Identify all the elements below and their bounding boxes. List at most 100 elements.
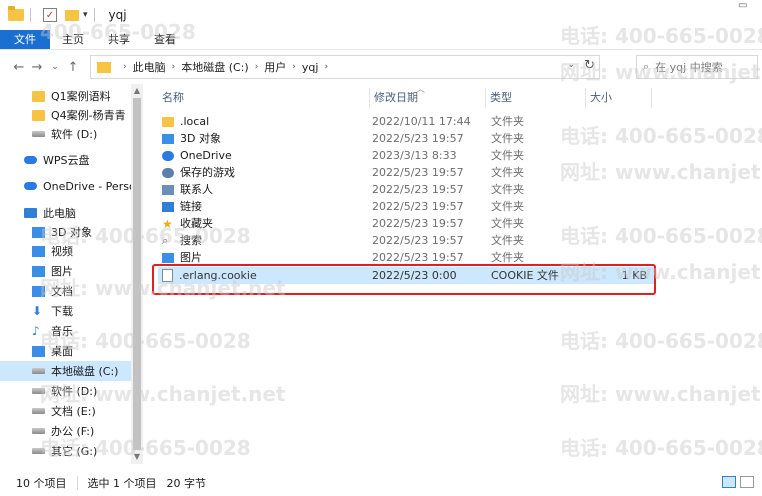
tab-home[interactable]: 主页: [50, 30, 96, 49]
breadcrumb-this-pc[interactable]: 此电脑: [133, 59, 166, 75]
file-date: 2022/5/23 19:57: [372, 234, 464, 247]
games-icon: [162, 167, 174, 178]
sidebar-item-label: Q1案例语料: [51, 90, 111, 103]
file-date: 2022/5/23 19:57: [372, 166, 464, 179]
search-icon: ⌕: [162, 233, 169, 247]
details-view-icon[interactable]: [722, 476, 736, 488]
breadcrumb-yqj[interactable]: yqj: [302, 61, 319, 74]
sidebar-item-music[interactable]: ♪ 音乐: [0, 321, 143, 341]
address-bar[interactable]: › 此电脑 › 本地磁盘 (C:) › 用户 › yqj › ⌄ ↻: [90, 55, 600, 79]
tab-file[interactable]: 文件: [0, 30, 50, 49]
pc-icon: [24, 208, 37, 218]
sidebar-item-label: 软件 (D:): [51, 128, 98, 141]
breadcrumb-users[interactable]: 用户: [264, 59, 286, 75]
sidebar-scrollbar[interactable]: ▲ ▼: [131, 84, 143, 464]
watermark-phone: 电话: 400-665-0028: [560, 329, 762, 353]
file-name: 图片: [180, 251, 202, 264]
onedrive-icon: [162, 150, 174, 161]
chevron-right-icon[interactable]: ›: [292, 62, 296, 72]
navigation-bar: ← → ⌄ ↑ › 此电脑 › 本地磁盘 (C:) › 用户 › yqj › ⌄…: [0, 50, 762, 84]
status-bar: 10 个项目 选中 1 个项目 20 字节: [0, 470, 762, 496]
sidebar-item-drive-d2[interactable]: 软件 (D:): [0, 381, 143, 401]
sidebar-item-3d[interactable]: 3D 对象: [0, 222, 143, 242]
file-name: 3D 对象: [180, 132, 221, 145]
folder-icon: [162, 116, 174, 127]
scroll-thumb[interactable]: [133, 98, 141, 450]
quick-access-dropdown[interactable]: ▾: [83, 10, 88, 20]
sidebar-item-this-pc[interactable]: 此电脑: [0, 203, 143, 223]
sidebar-item-wps[interactable]: WPS云盘: [0, 150, 143, 170]
sidebar-item-pictures[interactable]: 图片: [0, 261, 143, 281]
file-date: 2022/5/23 19:57: [372, 183, 464, 196]
properties-icon[interactable]: ✓: [43, 8, 57, 22]
file-date: 2023/3/13 8:33: [372, 149, 457, 162]
star-icon: ★: [162, 216, 173, 231]
new-folder-icon[interactable]: [65, 9, 79, 21]
refresh-icon[interactable]: ↻: [584, 58, 595, 73]
scroll-down-icon[interactable]: ▼: [131, 450, 143, 464]
sidebar-item-onedrive[interactable]: OneDrive - Person: [0, 176, 143, 196]
file-row[interactable]: OneDrive 2023/3/13 8:33 文件夹: [158, 147, 654, 164]
sidebar-item-video[interactable]: 视频: [0, 241, 143, 261]
file-name: .local: [180, 115, 210, 128]
file-row[interactable]: ⌕ 搜索 2022/5/23 19:57 文件夹: [158, 232, 654, 249]
chevron-down-icon[interactable]: ⌄: [567, 60, 575, 70]
window-control-icon[interactable]: ▭: [738, 0, 747, 14]
file-name: .erlang.cookie: [179, 269, 257, 282]
file-row[interactable]: 图片 2022/5/23 19:57 文件夹: [158, 249, 654, 266]
file-row[interactable]: 3D 对象 2022/5/23 19:57 文件夹: [158, 130, 654, 147]
link-icon: [162, 201, 174, 212]
file-name: 搜索: [180, 234, 202, 247]
forward-arrow-icon[interactable]: →: [28, 60, 46, 75]
search-input[interactable]: ⌕ 在 yqj 中搜索: [636, 55, 758, 79]
column-type[interactable]: 类型: [486, 88, 586, 108]
sidebar-item-drive-c[interactable]: 本地磁盘 (C:): [0, 361, 143, 381]
file-row[interactable]: 保存的游戏 2022/5/23 19:57 文件夹: [158, 164, 654, 181]
sidebar-item-label: 此电脑: [43, 207, 76, 220]
scroll-up-icon[interactable]: ▲: [131, 84, 143, 98]
back-arrow-icon[interactable]: ←: [10, 60, 28, 75]
breadcrumb-local-disk[interactable]: 本地磁盘 (C:): [181, 59, 248, 75]
desktop-icon: [32, 345, 45, 357]
chevron-right-icon[interactable]: ›: [172, 62, 176, 72]
drive-icon: [32, 368, 45, 374]
sidebar-item-desktop[interactable]: 桌面: [0, 341, 143, 361]
sidebar-item-label: 软件 (D:): [51, 385, 98, 398]
sidebar-item-drive-g[interactable]: 其它 (G:): [0, 441, 143, 461]
sidebar-item-drive-e[interactable]: 文档 (E:): [0, 401, 143, 421]
video-icon: [32, 245, 45, 257]
sidebar-item-label: 视频: [51, 245, 73, 258]
chevron-right-icon[interactable]: ›: [255, 62, 259, 72]
chevron-right-icon[interactable]: ›: [324, 62, 328, 72]
file-row-selected[interactable]: .erlang.cookie 2022/5/23 0:00 COOKIE 文件 …: [158, 267, 654, 284]
sidebar-item-label: 桌面: [51, 345, 73, 358]
file-row[interactable]: ★ 收藏夹 2022/5/23 19:57 文件夹: [158, 215, 654, 232]
download-icon: ⬇: [32, 304, 43, 318]
cloud-icon: [24, 156, 37, 164]
folder-icon: [32, 90, 45, 102]
up-arrow-icon[interactable]: ↑: [64, 60, 82, 75]
file-row[interactable]: 联系人 2022/5/23 19:57 文件夹: [158, 181, 654, 198]
column-date[interactable]: 修改日期: [370, 88, 486, 108]
column-size[interactable]: 大小: [586, 88, 652, 108]
status-divider: [76, 476, 78, 490]
file-row[interactable]: .local 2022/10/11 17:44 文件夹: [158, 113, 654, 130]
sidebar-item-q4[interactable]: Q4案例-杨青青: [0, 105, 143, 125]
sidebar-item-drive-f[interactable]: 办公 (F:): [0, 421, 143, 441]
sidebar-item-downloads[interactable]: ⬇ 下载: [0, 301, 143, 321]
tab-share[interactable]: 共享: [96, 30, 142, 49]
file-row[interactable]: 链接 2022/5/23 19:57 文件夹: [158, 198, 654, 215]
sidebar-item-q1[interactable]: Q1案例语料: [0, 86, 143, 106]
cube-icon: [162, 133, 174, 144]
chevron-right-icon[interactable]: ›: [123, 62, 127, 72]
recent-dropdown-icon[interactable]: ⌄: [46, 62, 64, 72]
sidebar-item-drive-d[interactable]: 软件 (D:): [0, 124, 143, 144]
file-date: 2022/5/23 19:57: [372, 251, 464, 264]
sidebar-item-documents[interactable]: 文档: [0, 281, 143, 301]
tab-view[interactable]: 查看: [142, 30, 188, 49]
large-icons-view-icon[interactable]: [740, 476, 754, 488]
window-title: yqj: [108, 8, 127, 22]
column-name[interactable]: 名称: [158, 88, 370, 108]
drive-icon: [32, 408, 45, 414]
column-header: ︿ 名称 修改日期 类型 大小: [158, 85, 654, 108]
